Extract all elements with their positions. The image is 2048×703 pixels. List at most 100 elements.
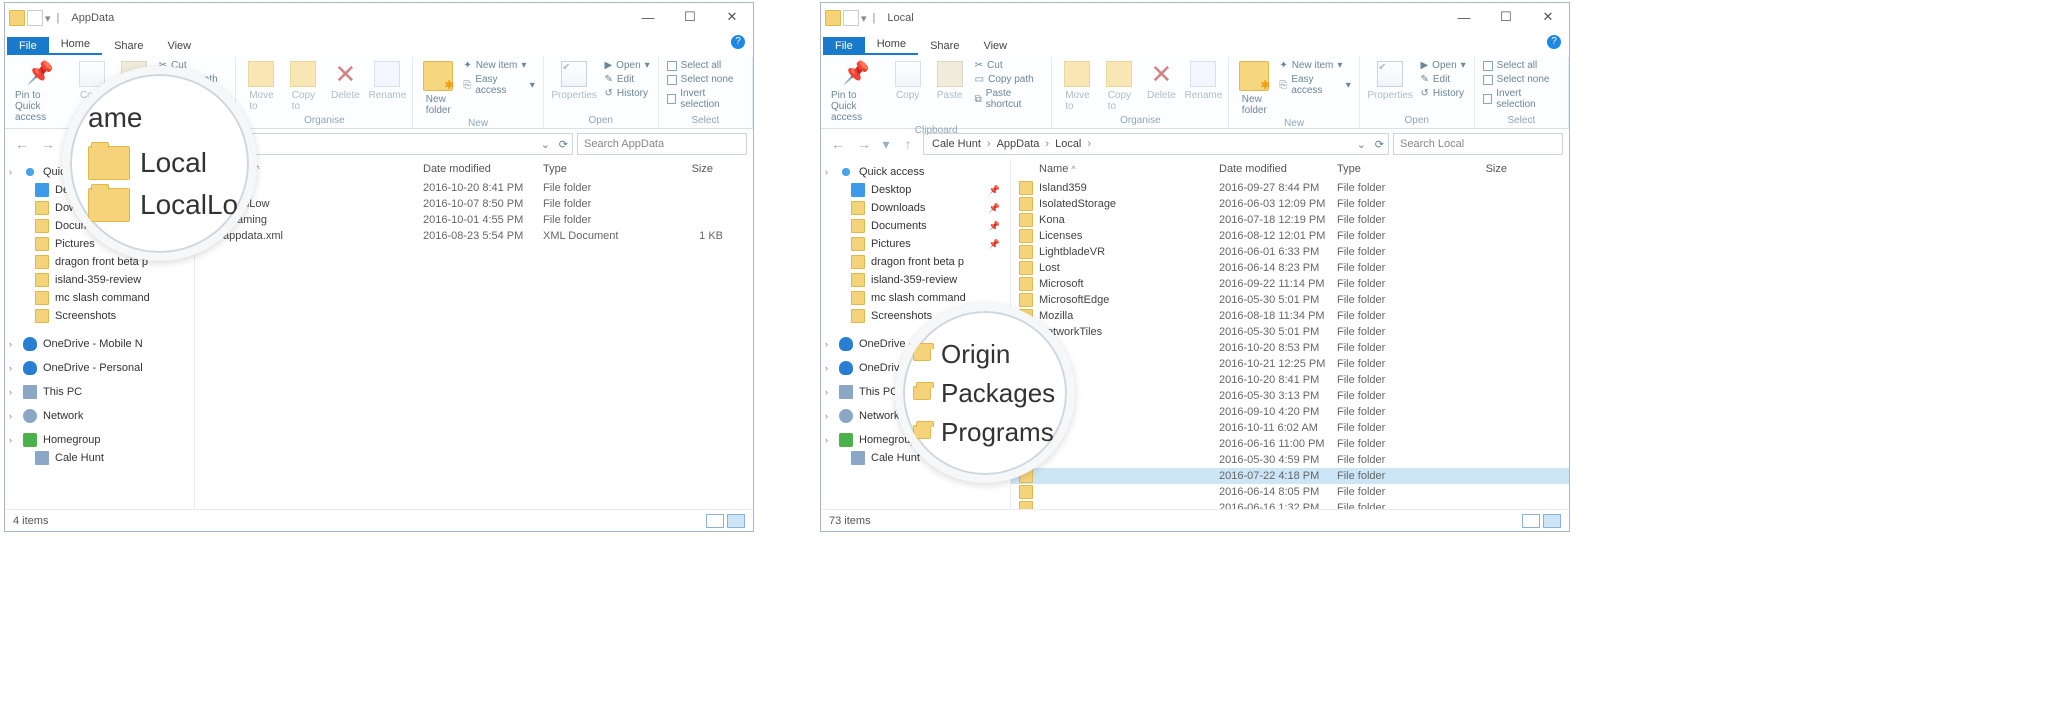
chevron-right-icon[interactable]: ›: [825, 167, 828, 177]
breadcrumb-segment[interactable]: AppData: [993, 138, 1044, 150]
nav-item-documents[interactable]: Documents📌: [821, 217, 1010, 235]
file-row[interactable]: 2016-07-22 4:18 PM File folder: [1011, 468, 1569, 484]
nav-item-downloads[interactable]: Downloads📌: [821, 199, 1010, 217]
file-row[interactable]: IsolatedStorage 2016-06-03 12:09 PM File…: [1011, 196, 1569, 212]
move-to-button[interactable]: Move to: [242, 59, 280, 114]
breadcrumb[interactable]: Cale Hunt›AppData›Local› ⌄ ⟳: [923, 133, 1389, 155]
chevron-right-icon[interactable]: ›: [825, 411, 828, 421]
chevron-right-icon[interactable]: ›: [825, 339, 828, 349]
paste-button[interactable]: Paste: [931, 59, 969, 103]
copy-to-button[interactable]: Copy to: [284, 59, 322, 114]
file-row[interactable]: 2016-05-30 4:59 PM File folder: [1011, 452, 1569, 468]
invert-selection-button[interactable]: Invert selection: [1481, 87, 1562, 111]
file-row[interactable]: Island359 2016-09-27 8:44 PM File folder: [1011, 180, 1569, 196]
col-size[interactable]: Size: [643, 163, 723, 175]
chevron-right-icon[interactable]: ›: [9, 435, 12, 445]
file-row[interactable]: LocalLow 2016-10-07 8:50 PM File folder: [195, 196, 753, 212]
nav-item-homegroup[interactable]: ›Homegroup: [5, 431, 194, 449]
nav-item-desktop[interactable]: Desktop📌: [821, 181, 1010, 199]
nav-item-quick[interactable]: ›Quick access: [821, 163, 1010, 181]
pin-quick-access-button[interactable]: 📌Pin to Quick access: [11, 59, 69, 125]
view-icons-button[interactable]: [1543, 514, 1561, 528]
file-row[interactable]: 2016-10-20 8:41 PM File folder: [1011, 372, 1569, 388]
easy-access-button[interactable]: ⎘ Easy access ▾: [461, 73, 537, 97]
view-details-button[interactable]: [706, 514, 724, 528]
col-date[interactable]: Date modified: [423, 163, 543, 175]
file-row[interactable]: 2016-09-10 4:20 PM File folder: [1011, 404, 1569, 420]
nav-item-screenshots[interactable]: Screenshots: [5, 307, 194, 325]
file-row[interactable]: MicrosoftEdge 2016-05-30 5:01 PM File fo…: [1011, 292, 1569, 308]
maximize-button[interactable]: ☐: [1485, 3, 1527, 31]
nav-item-onedrive_p[interactable]: ›OneDrive - Personal: [5, 359, 194, 377]
file-row[interactable]: 2016-06-16 11:00 PM File folder: [1011, 436, 1569, 452]
file-row[interactable]: Microsoft 2016-09-22 11:14 PM File folde…: [1011, 276, 1569, 292]
file-row[interactable]: NetworkTiles 2016-05-30 5:01 PM File fol…: [1011, 324, 1569, 340]
nav-item-onedrive_m[interactable]: ›OneDrive - Mobile N: [5, 335, 194, 353]
file-row[interactable]: appdata.xml 2016-08-23 5:54 PM XML Docum…: [195, 228, 753, 244]
file-row[interactable]: 2016-06-16 1:32 PM File folder: [1011, 500, 1569, 509]
paste-shortcut-button[interactable]: ⧉ Paste shortcut: [973, 87, 1046, 111]
tab-share[interactable]: Share: [102, 37, 155, 55]
copy-to-button[interactable]: Copy to: [1100, 59, 1138, 114]
breadcrumb-dropdown-icon[interactable]: ⌄: [541, 138, 550, 151]
chevron-right-icon[interactable]: ›: [9, 167, 12, 177]
tab-file[interactable]: File: [7, 37, 49, 55]
file-row[interactable]: LightbladeVR 2016-06-01 6:33 PM File fol…: [1011, 244, 1569, 260]
history-button[interactable]: ↺ History: [1418, 87, 1467, 100]
delete-button[interactable]: ✕Delete: [1142, 59, 1180, 103]
tab-home[interactable]: Home: [865, 35, 918, 55]
rename-button[interactable]: Rename: [1184, 59, 1222, 103]
cut-button[interactable]: ✂ Cut: [973, 59, 1046, 72]
maximize-button[interactable]: ☐: [669, 3, 711, 31]
help-icon[interactable]: ?: [731, 35, 745, 49]
tab-view[interactable]: View: [971, 37, 1019, 55]
file-row[interactable]: Mozilla 2016-08-18 11:34 PM File folder: [1011, 308, 1569, 324]
nav-item-cale[interactable]: Cale Hunt: [5, 449, 194, 467]
chevron-right-icon[interactable]: ›: [825, 435, 828, 445]
nav-item-pictures[interactable]: Pictures📌: [821, 235, 1010, 253]
tab-home[interactable]: Home: [49, 35, 102, 55]
chevron-right-icon[interactable]: ›: [9, 411, 12, 421]
file-row[interactable]: 2016-10-20 8:53 PM File folder: [1011, 340, 1569, 356]
file-row[interactable]: Roaming 2016-10-01 4:55 PM File folder: [195, 212, 753, 228]
move-to-button[interactable]: Move to: [1058, 59, 1096, 114]
close-button[interactable]: ✕: [711, 3, 753, 31]
file-row[interactable]: Kona 2016-07-18 12:19 PM File folder: [1011, 212, 1569, 228]
easy-access-button[interactable]: ⎘ Easy access ▾: [1277, 73, 1353, 97]
help-icon[interactable]: ?: [1547, 35, 1561, 49]
edit-button[interactable]: ✎ Edit: [602, 73, 651, 86]
minimize-button[interactable]: —: [627, 3, 669, 31]
properties-button[interactable]: ✔Properties: [1366, 59, 1415, 103]
nav-item-this_pc[interactable]: ›This PC: [5, 383, 194, 401]
pin-quick-access-button[interactable]: 📌Pin to Quick access: [827, 59, 885, 125]
new-item-button[interactable]: ✦ New item ▾: [461, 59, 537, 72]
invert-selection-button[interactable]: Invert selection: [665, 87, 746, 111]
breadcrumb-segment[interactable]: Local: [1051, 138, 1085, 150]
col-size[interactable]: Size: [1437, 163, 1517, 175]
file-row[interactable]: 2016-10-21 12:25 PM File folder: [1011, 356, 1569, 372]
nav-item-dragon[interactable]: dragon front beta p: [821, 253, 1010, 271]
file-row[interactable]: Local 2016-10-20 8:41 PM File folder: [195, 180, 753, 196]
search-input[interactable]: Search Local: [1393, 133, 1563, 155]
chevron-right-icon[interactable]: ›: [9, 339, 12, 349]
file-row[interactable]: Lost 2016-06-14 8:23 PM File folder: [1011, 260, 1569, 276]
col-date[interactable]: Date modified: [1219, 163, 1337, 175]
qat-dropdown-icon[interactable]: ▾: [861, 12, 867, 25]
tab-share[interactable]: Share: [918, 37, 971, 55]
history-button[interactable]: ↺ History: [602, 87, 651, 100]
properties-button[interactable]: ✔Properties: [550, 59, 599, 103]
breadcrumb-dropdown-icon[interactable]: ⌄: [1357, 138, 1366, 151]
copy-button[interactable]: Copy: [889, 59, 927, 103]
file-row[interactable]: 2016-06-14 8:05 PM File folder: [1011, 484, 1569, 500]
chevron-right-icon[interactable]: ›: [9, 387, 12, 397]
new-folder-button[interactable]: New folder: [1235, 59, 1273, 118]
select-none-button[interactable]: Select none: [665, 73, 746, 86]
delete-button[interactable]: ✕Delete: [326, 59, 364, 103]
nav-item-island[interactable]: island-359-review: [5, 271, 194, 289]
qat-dropdown-icon[interactable]: ▾: [45, 12, 51, 25]
chevron-right-icon[interactable]: ›: [9, 363, 12, 373]
minimize-button[interactable]: —: [1443, 3, 1485, 31]
chevron-right-icon[interactable]: ›: [825, 363, 828, 373]
nav-item-mcslash[interactable]: mc slash command: [5, 289, 194, 307]
search-input[interactable]: Search AppData: [577, 133, 747, 155]
